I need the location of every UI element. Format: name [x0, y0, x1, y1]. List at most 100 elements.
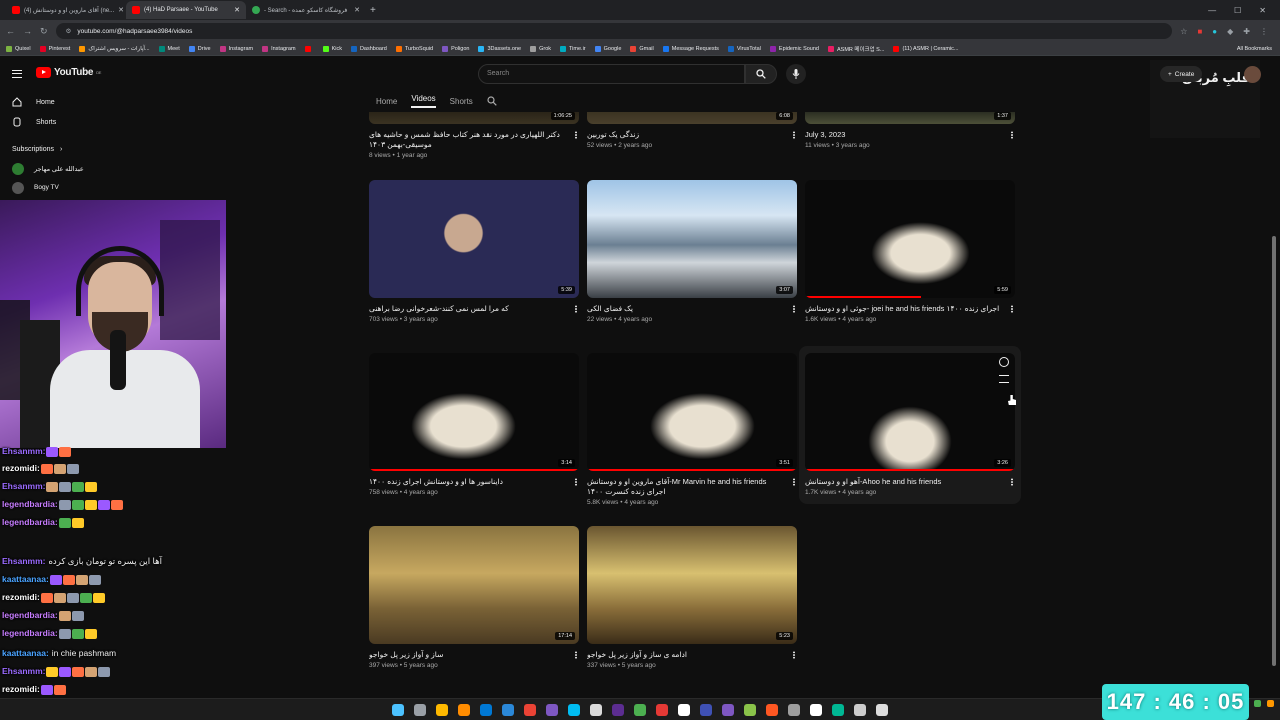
bookmark-item[interactable]: Meet	[158, 45, 180, 52]
maximize-icon[interactable]: ☐	[1234, 6, 1241, 15]
taskbar-app-icon[interactable]	[524, 703, 536, 716]
taskbar-app-icon[interactable]	[678, 703, 690, 716]
voice-search-button[interactable]	[786, 64, 806, 84]
subscriptions-header[interactable]: Subscriptions ›	[0, 132, 110, 159]
video-title[interactable]: که مرا لمس نمی کنند-شعرخوانی رضا براهنی	[369, 304, 579, 314]
video-card[interactable]: 5:23 ادامه ی ساز و آواز زیر پل خواجو 337 v…	[587, 526, 797, 669]
taskbar-app-icon[interactable]	[634, 703, 646, 716]
more-actions-icon[interactable]	[793, 478, 795, 486]
video-title[interactable]: آقای ماروین او و دوستانش-Mr Marvin he an…	[587, 477, 797, 497]
tab-videos[interactable]: Videos	[411, 94, 436, 108]
bookmark-item[interactable]: Time.ir	[560, 45, 586, 52]
taskbar-app-icon[interactable]	[788, 703, 800, 716]
search-button[interactable]	[745, 64, 777, 84]
video-thumbnail[interactable]: 3:07	[587, 180, 797, 298]
create-button[interactable]: + Create	[1160, 66, 1203, 82]
bookmark-item[interactable]: Instagram	[262, 45, 296, 52]
watch-later-icon[interactable]	[999, 357, 1009, 367]
taskbar-app-icon[interactable]	[744, 703, 756, 716]
video-thumbnail[interactable]: 3:26	[805, 353, 1015, 471]
search-icon[interactable]	[487, 96, 497, 106]
more-actions-icon[interactable]	[575, 305, 577, 313]
browser-tab-1[interactable]: (4) آقای ماروین او و دوستانش (ne... ✕	[6, 1, 126, 19]
bookmark-item[interactable]: Instagram	[219, 45, 253, 52]
search-input[interactable]: Search	[478, 64, 745, 84]
more-actions-icon[interactable]	[793, 131, 795, 139]
taskbar-app-icon[interactable]	[810, 703, 822, 716]
video-title[interactable]: آهو او و دوستانش-Ahoo he and his friends	[805, 477, 1015, 487]
more-actions-icon[interactable]	[1011, 305, 1013, 313]
taskbar-app-icon[interactable]	[502, 703, 514, 716]
sidebar-subscription[interactable]: عبدالله علی مهاجر	[0, 159, 110, 178]
menu-icon[interactable]	[12, 70, 22, 78]
back-icon[interactable]: ←	[6, 26, 15, 36]
taskbar-app-icon[interactable]	[392, 703, 404, 716]
sidebar-item-home[interactable]: Home	[0, 92, 110, 112]
bookmark-item[interactable]: آپارات - سرویس اشتراک...	[79, 45, 150, 52]
site-info-icon[interactable]: ⚙	[66, 27, 72, 35]
taskbar-app-icon[interactable]	[766, 703, 778, 716]
video-thumbnail[interactable]: 3:51	[587, 353, 797, 471]
bookmark-item[interactable]: Drive	[188, 45, 211, 52]
taskbar-app-icon[interactable]	[854, 703, 866, 716]
more-actions-icon[interactable]	[1011, 131, 1013, 139]
url-field[interactable]: ⚙ youtube.com/@hadparsaee3984/videos	[55, 23, 1173, 39]
video-card[interactable]: 17:14 ساز و آواز زیر پل خواجو 397 views • …	[369, 526, 579, 669]
bookmark-item[interactable]: Gmail	[630, 45, 654, 52]
bookmark-item[interactable]: Google	[594, 45, 621, 52]
tab-shorts[interactable]: Shorts	[450, 97, 473, 106]
video-thumbnail[interactable]: 17:14	[369, 526, 579, 644]
video-thumbnail[interactable]: 1:06:25	[369, 112, 579, 124]
menu-icon[interactable]: ⋮	[1260, 27, 1268, 36]
taskbar-app-icon[interactable]	[876, 703, 888, 716]
browser-tab-2[interactable]: (4) HaD Parsaee - YouTube ✕	[126, 1, 246, 19]
video-thumbnail[interactable]: 1:37	[805, 112, 1015, 124]
taskbar-app-icon[interactable]	[722, 703, 734, 716]
taskbar-app-icon[interactable]	[700, 703, 712, 716]
sidebar-subscription[interactable]: Bogy TV	[0, 178, 110, 197]
taskbar-app-icon[interactable]	[436, 703, 448, 716]
new-tab-button[interactable]: +	[370, 5, 376, 16]
video-title[interactable]: ادامه ی ساز و آواز زیر پل خواجو	[587, 650, 797, 660]
avatar[interactable]	[1244, 66, 1261, 83]
bookmark-item[interactable]: Message Requests	[662, 45, 719, 52]
bookmark-item[interactable]: Quixel	[6, 45, 31, 52]
video-card[interactable]: 3:07 یک فضای الکی 22 views • 4 years ago	[587, 180, 797, 323]
video-title[interactable]: دایناسور ها او و دوستانش اجرای زنده ۱۴۰۰	[369, 477, 579, 487]
taskbar-app-icon[interactable]	[414, 703, 426, 716]
more-actions-icon[interactable]	[575, 131, 577, 139]
bookmark-star-icon[interactable]: ☆	[1180, 27, 1187, 36]
bookmark-item[interactable]: Dashboard	[350, 45, 387, 52]
youtube-logo[interactable]: YouTube DE	[36, 67, 101, 78]
video-card[interactable]: 5:59 جوئی او و دوستانش- joei he and his f…	[805, 180, 1015, 323]
page-scrollbar[interactable]	[1272, 236, 1276, 666]
more-actions-icon[interactable]	[1011, 478, 1013, 486]
extension-icon[interactable]: ●	[1212, 27, 1217, 36]
video-thumbnail[interactable]: 6:08	[587, 112, 797, 124]
video-title[interactable]: دکتر اللهیاری در مورد نقد هنر کتاب حافظ …	[369, 130, 579, 150]
taskbar-app-icon[interactable]	[656, 703, 668, 716]
video-title[interactable]: جوئی او و دوستانش- joei he and his frien…	[805, 304, 1015, 314]
video-thumbnail[interactable]: 3:14	[369, 353, 579, 471]
reload-icon[interactable]: ↻	[40, 26, 48, 37]
taskbar-app-icon[interactable]	[832, 703, 844, 716]
video-card[interactable]: 6:08 زندگی یک توربین 52 views • 2 years ag…	[587, 112, 797, 149]
video-thumbnail[interactable]: 5:23	[587, 526, 797, 644]
bookmark-item[interactable]: Epidemic Sound	[769, 45, 819, 52]
video-card[interactable]: 3:14 دایناسور ها او و دوستانش اجرای زنده …	[369, 353, 579, 496]
video-thumbnail[interactable]: 5:39	[369, 180, 579, 298]
video-title[interactable]: July 3, 2023	[805, 130, 1015, 140]
bookmark-item[interactable]	[304, 45, 314, 52]
add-to-queue-icon[interactable]	[999, 375, 1009, 383]
video-title[interactable]: یک فضای الکی	[587, 304, 797, 314]
bookmark-item[interactable]: Poligon	[442, 45, 469, 52]
extension-icon[interactable]: ■	[1197, 27, 1202, 36]
video-thumbnail[interactable]: 5:59	[805, 180, 1015, 298]
more-actions-icon[interactable]	[793, 651, 795, 659]
puzzle-icon[interactable]: ✚	[1243, 27, 1250, 36]
forward-icon[interactable]: →	[23, 26, 32, 36]
video-title[interactable]: زندگی یک توربین	[587, 130, 797, 140]
bookmark-item[interactable]: (11) ASMR | Ceramic...	[893, 45, 958, 52]
more-actions-icon[interactable]	[575, 651, 577, 659]
more-actions-icon[interactable]	[793, 305, 795, 313]
